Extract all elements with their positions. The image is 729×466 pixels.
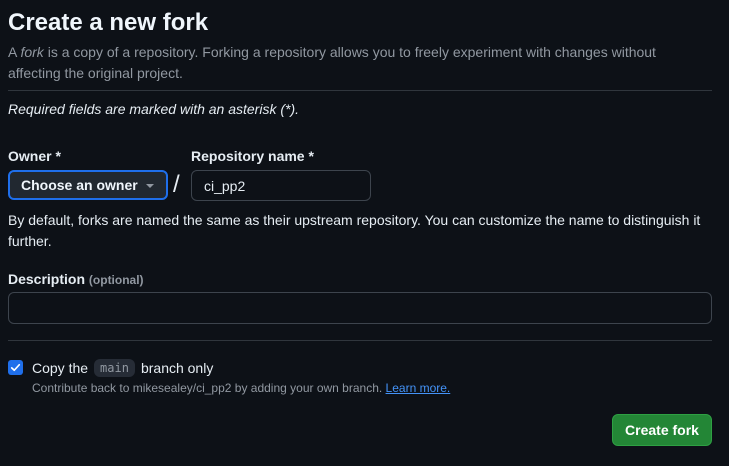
contribute-note: Contribute back to mikesealey/ci_pp2 by … <box>32 381 450 395</box>
description-label-text: Description <box>8 271 86 287</box>
create-fork-button[interactable]: Create fork <box>612 414 712 446</box>
intro-rest: is a copy of a repository. Forking a rep… <box>8 44 656 81</box>
copy-main-checkbox[interactable] <box>8 360 23 375</box>
contribute-text: Contribute back to mikesealey/ci_pp2 by … <box>32 381 383 395</box>
choose-owner-label: Choose an owner <box>21 177 138 193</box>
intro-fork-term: fork <box>20 44 44 60</box>
divider-bottom <box>8 340 712 341</box>
copy-main-label[interactable]: Copy the main branch only <box>32 358 213 378</box>
intro-text: A fork is a copy of a repository. Forkin… <box>8 42 708 84</box>
branch-code: main <box>94 359 135 377</box>
description-input[interactable] <box>8 292 712 324</box>
repo-name-hint: By default, forks are named the same as … <box>8 212 701 249</box>
caret-down-icon <box>146 184 154 188</box>
description-label: Description (optional) <box>8 271 144 287</box>
learn-more-link[interactable]: Learn more. <box>386 381 451 395</box>
copy-label-after: branch only <box>140 360 214 376</box>
optional-tag: (optional) <box>88 273 144 287</box>
required-note: Required fields are marked with an aster… <box>8 101 300 117</box>
divider-top <box>8 90 712 91</box>
repository-name-input[interactable] <box>191 170 371 201</box>
page-title: Create a new fork <box>8 9 209 36</box>
repo-name-label: Repository name * <box>191 148 314 164</box>
owner-repo-separator: / <box>173 171 180 198</box>
owner-label: Owner * <box>8 148 61 164</box>
intro-prefix: A <box>8 44 21 60</box>
choose-owner-button[interactable]: Choose an owner <box>8 170 168 200</box>
checkmark-icon <box>10 363 21 372</box>
copy-label-before: Copy the <box>32 360 89 376</box>
